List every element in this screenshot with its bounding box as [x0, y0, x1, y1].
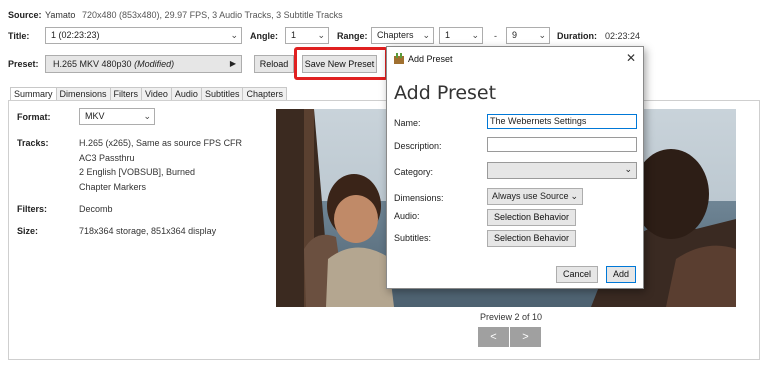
description-input[interactable]	[487, 137, 637, 152]
tab-filters[interactable]: Filters	[109, 87, 143, 100]
cancel-button[interactable]: Cancel	[556, 266, 598, 283]
chevron-down-icon: ⌄	[570, 191, 578, 201]
tab-video[interactable]: Video	[141, 87, 172, 100]
subtitles-label: Subtitles:	[394, 233, 432, 243]
chevron-down-icon: ⌄	[230, 30, 238, 40]
dimensions-value: Always use Source	[492, 191, 569, 201]
handbrake-app-icon	[394, 53, 404, 64]
tracks-label: Tracks:	[17, 138, 49, 148]
track-item: Chapter Markers	[79, 182, 147, 192]
title-value: 1 (02:23:23)	[51, 30, 100, 40]
range-value: Chapters	[377, 30, 414, 40]
category-dropdown[interactable]: ⌄	[487, 162, 637, 179]
audio-label: Audio:	[394, 211, 420, 221]
size-value: 718x364 storage, 851x364 display	[79, 226, 217, 236]
name-input[interactable]: The Webernets Settings	[487, 114, 637, 129]
range-start-value: 1	[445, 30, 451, 40]
tab-dimensions[interactable]: Dimensions	[55, 87, 111, 100]
subtitles-selection-behavior-button[interactable]: Selection Behavior	[487, 230, 576, 247]
tab-audio[interactable]: Audio	[170, 87, 202, 100]
range-separator: -	[494, 31, 497, 41]
close-icon[interactable]: ✕	[626, 51, 636, 65]
chevron-down-icon: ⌄	[317, 30, 325, 40]
add-preset-dialog: Add Preset ✕ Add Preset Name: The Webern…	[386, 46, 644, 289]
format-dropdown[interactable]: MKV ⌄	[79, 108, 155, 125]
add-button[interactable]: Add	[606, 266, 636, 283]
angle-dropdown[interactable]: 1 ⌄	[285, 27, 329, 44]
range-start-dropdown[interactable]: 1 ⌄	[439, 27, 483, 44]
track-item: AC3 Passthru	[79, 153, 135, 163]
range-dropdown[interactable]: Chapters ⌄	[371, 27, 434, 44]
filters-label: Filters:	[17, 204, 48, 214]
tab-subtitles[interactable]: Subtitles	[200, 87, 244, 100]
dialog-window-title: Add Preset	[408, 54, 453, 64]
dimensions-dropdown[interactable]: Always use Source ⌄	[487, 188, 583, 205]
title-label: Title:	[8, 31, 30, 41]
chevron-down-icon: ⌄	[538, 30, 546, 40]
format-label: Format:	[17, 112, 51, 122]
preset-label: Preset:	[8, 59, 39, 69]
track-item: H.265 (x265), Same as source FPS CFR	[79, 138, 243, 148]
format-value: MKV	[85, 111, 105, 121]
filters-value: Decomb	[79, 204, 113, 214]
description-label: Description:	[394, 141, 442, 151]
range-end-value: 9	[512, 30, 518, 40]
range-end-dropdown[interactable]: 9 ⌄	[506, 27, 550, 44]
chevron-down-icon: ⌄	[422, 30, 430, 40]
source-name: Yamato	[45, 10, 76, 20]
range-label: Range:	[337, 31, 368, 41]
category-label: Category:	[394, 167, 434, 177]
dimensions-label: Dimensions:	[394, 193, 444, 203]
preview-prev-button[interactable]: <	[478, 327, 509, 347]
reload-button[interactable]: Reload	[254, 55, 294, 73]
angle-label: Angle:	[250, 31, 278, 41]
audio-selection-behavior-button[interactable]: Selection Behavior	[487, 209, 576, 226]
chevron-right-icon: ▶	[229, 59, 236, 68]
chevron-down-icon: ⌄	[624, 164, 632, 174]
chevron-down-icon: ⌄	[143, 111, 151, 121]
duration-value: 02:23:24	[605, 31, 641, 41]
tab-chapters[interactable]: Chapters	[242, 87, 287, 100]
title-dropdown[interactable]: 1 (02:23:23) ⌄	[45, 27, 242, 44]
source-label: Source:	[8, 10, 42, 20]
source-details: 720x480 (853x480), 29.97 FPS, 3 Audio Tr…	[82, 10, 343, 20]
tab-summary[interactable]: Summary	[10, 87, 57, 101]
highlight-box	[294, 47, 388, 80]
track-item: 2 English [VOBSUB], Burned	[79, 167, 196, 177]
angle-value: 1	[291, 30, 297, 40]
dialog-heading: Add Preset	[394, 82, 497, 104]
preset-modified: (Modified)	[134, 59, 175, 69]
tab-bar: Summary Dimensions Filters Video Audio S…	[10, 87, 287, 101]
preview-next-button[interactable]: >	[510, 327, 541, 347]
name-label: Name:	[394, 118, 421, 128]
preset-selector[interactable]: H.265 MKV 480p30 (Modified) ▶	[45, 55, 242, 73]
preview-caption: Preview 2 of 10	[480, 312, 543, 322]
size-label: Size:	[17, 226, 39, 236]
preset-value: H.265 MKV 480p30	[53, 59, 132, 69]
duration-label: Duration:	[557, 31, 597, 41]
chevron-down-icon: ⌄	[471, 30, 479, 40]
